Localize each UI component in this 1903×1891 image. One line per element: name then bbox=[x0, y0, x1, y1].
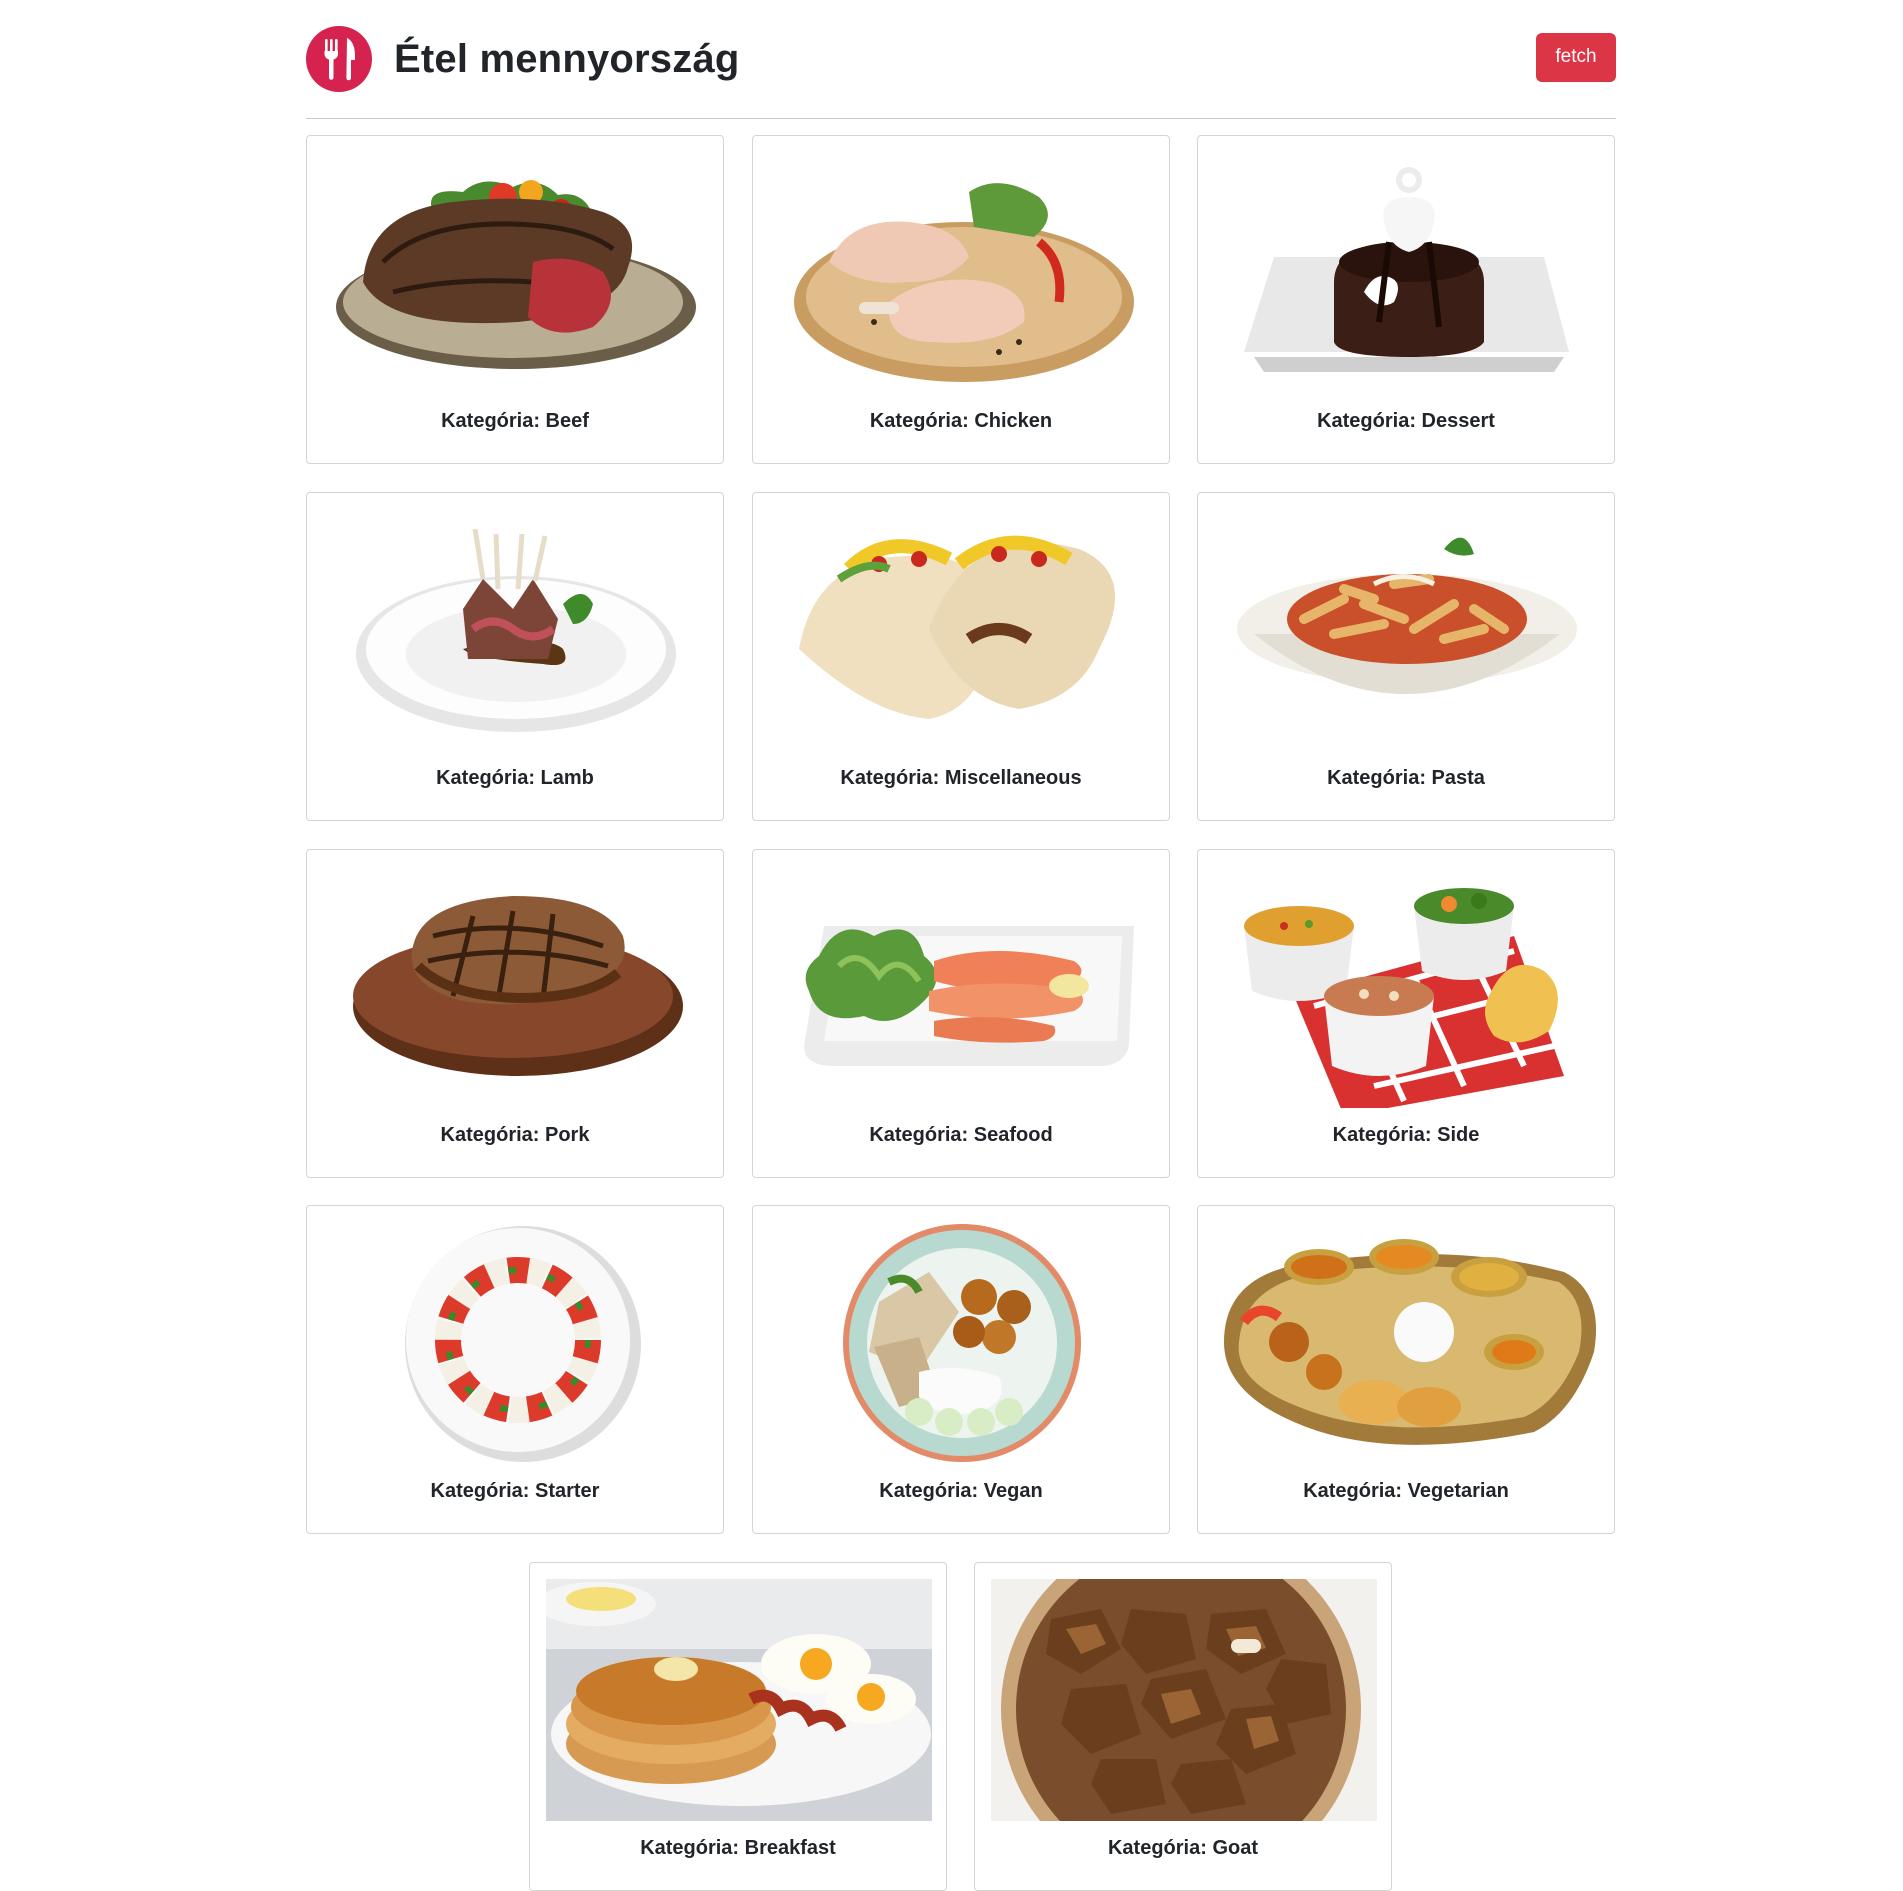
category-card-lamb[interactable]: Kategória: Lamb bbox=[306, 492, 724, 821]
fork-knife-icon bbox=[306, 26, 372, 92]
category-card-side[interactable]: Kategória: Side bbox=[1197, 849, 1615, 1178]
card-caption: Kategória: Goat bbox=[1107, 1837, 1259, 1859]
caprese-salad-plate-image bbox=[405, 1226, 641, 1462]
category-grid: Kategória: Beef Kategória: Chicken Kateg… bbox=[306, 135, 1616, 1891]
card-caption: Kategória: Seafood bbox=[869, 1124, 1053, 1146]
card-caption: Kategória: Miscellaneous bbox=[840, 767, 1082, 789]
category-card-vegetarian[interactable]: Kategória: Vegetarian bbox=[1197, 1205, 1615, 1534]
tacos-image bbox=[799, 535, 1115, 719]
goat-meat-bowl-image bbox=[991, 1579, 1377, 1821]
category-card-vegan[interactable]: Kategória: Vegan bbox=[752, 1205, 1170, 1534]
vegan-bowl-image bbox=[843, 1224, 1081, 1462]
pork-chop-board-image bbox=[353, 896, 683, 1076]
card-caption: Kategória: Vegan bbox=[879, 1480, 1043, 1502]
page-container: Étel mennyország fetch Kategória: Beef K… bbox=[306, 0, 1616, 1891]
lamb-rack-plate-image bbox=[356, 528, 676, 732]
card-caption: Kategória: Pork bbox=[440, 1124, 590, 1146]
card-caption: Kategória: Beef bbox=[441, 410, 589, 432]
category-card-breakfast[interactable]: Kategória: Breakfast bbox=[529, 1562, 947, 1891]
card-caption: Kategória: Starter bbox=[430, 1480, 600, 1502]
pancakes-eggs-bacon-image bbox=[546, 1579, 932, 1821]
card-caption: Kategória: Side bbox=[1332, 1124, 1480, 1146]
category-card-goat[interactable]: Kategória: Goat bbox=[974, 1562, 1392, 1891]
header: Étel mennyország fetch bbox=[306, 26, 1616, 119]
category-card-dessert[interactable]: Kategória: Dessert bbox=[1197, 135, 1615, 464]
brand: Étel mennyország bbox=[306, 26, 740, 92]
card-caption: Kategória: Breakfast bbox=[640, 1837, 836, 1859]
salmon-salad-plate-image bbox=[804, 926, 1134, 1066]
side-dishes-bowls-image bbox=[1244, 888, 1564, 1108]
card-caption: Kategória: Chicken bbox=[869, 410, 1053, 432]
category-card-chicken[interactable]: Kategória: Chicken bbox=[752, 135, 1170, 464]
vegetarian-thali-image bbox=[1224, 1239, 1596, 1445]
category-card-pasta[interactable]: Kategória: Pasta bbox=[1197, 492, 1615, 821]
card-caption: Kategória: Dessert bbox=[1317, 410, 1495, 432]
page-title: Étel mennyország bbox=[394, 36, 740, 81]
beef-steak-plate-image bbox=[336, 180, 696, 369]
category-card-miscellaneous[interactable]: Kategória: Miscellaneous bbox=[752, 492, 1170, 821]
fetch-button[interactable]: fetch bbox=[1536, 32, 1616, 82]
category-card-beef[interactable]: Kategória: Beef bbox=[306, 135, 724, 464]
chocolate-cake-dessert-image bbox=[1244, 167, 1569, 372]
card-caption: Kategória: Lamb bbox=[436, 767, 594, 789]
penne-pasta-bowl-image bbox=[1237, 537, 1577, 694]
raw-chicken-legs-image bbox=[794, 183, 1134, 382]
card-caption: Kategória: Vegetarian bbox=[1303, 1480, 1509, 1502]
category-card-pork[interactable]: Kategória: Pork bbox=[306, 849, 724, 1178]
category-card-seafood[interactable]: Kategória: Seafood bbox=[752, 849, 1170, 1178]
category-card-starter[interactable]: Kategória: Starter bbox=[306, 1205, 724, 1534]
card-caption: Kategória: Pasta bbox=[1327, 767, 1485, 789]
